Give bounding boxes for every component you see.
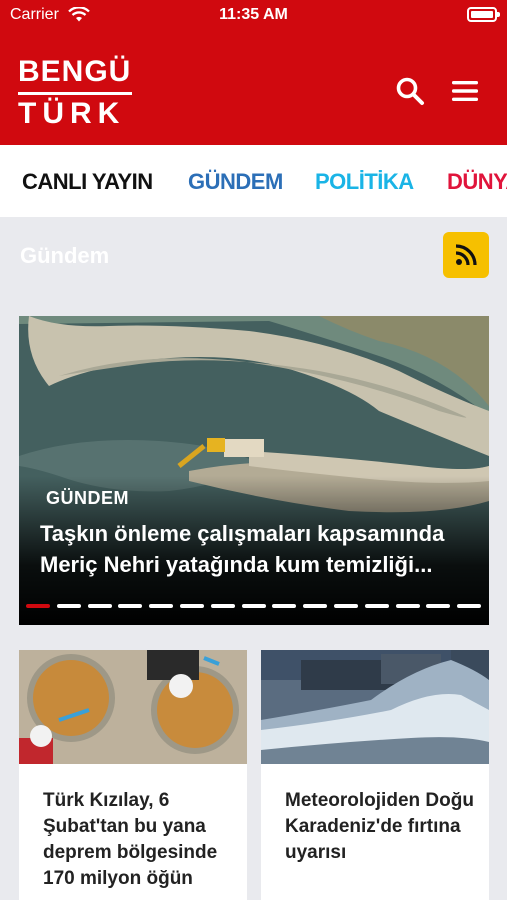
status-time: 11:35 AM (219, 6, 288, 23)
hero-headline[interactable]: Taşkın önleme çalışmaları kapsamında Mer… (40, 518, 480, 580)
logo-divider (18, 92, 132, 95)
news-card[interactable]: Meteorolojiden Doğu Karadeniz'de fırtına… (261, 650, 489, 900)
brand-logo[interactable]: BENGÜ TÜRK (18, 56, 138, 134)
app-header: Carrier 11:35 AM BENGÜ TÜRK (0, 0, 507, 145)
slider-dot[interactable] (364, 604, 389, 608)
tab-gundem[interactable]: GÜNDEM (188, 169, 283, 195)
search-icon[interactable] (395, 76, 425, 106)
rss-icon (455, 244, 477, 266)
slider-dot[interactable] (303, 604, 328, 608)
category-tabs: CANLI YAYIN GÜNDEM POLİTİKA DÜNYA (0, 145, 507, 217)
hamburger-menu-icon[interactable] (450, 76, 480, 106)
slider-dot[interactable] (26, 604, 50, 608)
slider-dot[interactable] (426, 604, 451, 608)
slider-dot[interactable] (395, 604, 420, 608)
news-thumbnail (19, 650, 247, 764)
slider-dot[interactable] (87, 604, 112, 608)
slider-dot[interactable] (149, 604, 174, 608)
battery-icon (467, 7, 500, 22)
tab-canli-yayin[interactable]: CANLI YAYIN (22, 169, 153, 195)
featured-news-slider[interactable]: GÜNDEM Taşkın önleme çalışmaları kapsamı… (19, 316, 489, 625)
news-card[interactable]: Türk Kızılay, 6 Şubat'tan bu yana deprem… (19, 650, 247, 900)
slider-dot[interactable] (457, 604, 482, 608)
slider-dot[interactable] (241, 604, 266, 608)
tab-politika[interactable]: POLİTİKA (315, 169, 414, 195)
news-card-title: Meteorolojiden Doğu Karadeniz'de fırtına… (285, 790, 474, 863)
status-bar: Carrier 11:35 AM (0, 0, 507, 30)
logo-text-top: BENGÜ (18, 55, 132, 88)
news-card-title: Türk Kızılay, 6 Şubat'tan bu yana deprem… (43, 790, 218, 889)
section-title: Gündem (20, 243, 110, 268)
news-thumbnail (261, 650, 489, 764)
slider-dot[interactable] (56, 604, 81, 608)
slider-dot[interactable] (272, 604, 297, 608)
slider-dot[interactable] (180, 604, 204, 608)
hero-category-label: GÜNDEM (46, 488, 129, 508)
slider-dot[interactable] (210, 604, 235, 608)
tab-dunya[interactable]: DÜNYA (447, 169, 507, 195)
slider-pagination (26, 604, 486, 608)
slider-dot[interactable] (334, 604, 358, 608)
logo-text-bottom: TÜRK (18, 97, 126, 130)
slider-dot[interactable] (118, 604, 143, 608)
rss-button[interactable] (443, 232, 489, 278)
